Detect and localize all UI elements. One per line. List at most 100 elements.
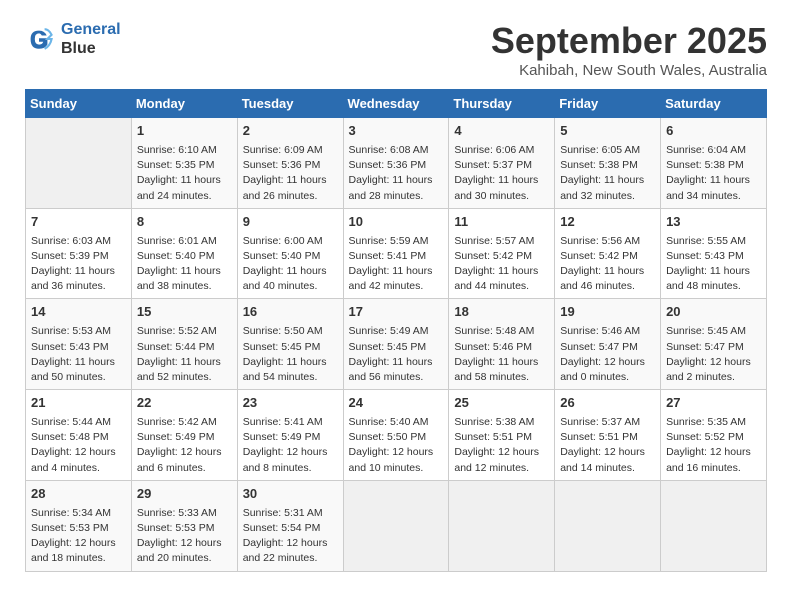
calendar-cell: 25Sunrise: 5:38 AMSunset: 5:51 PMDayligh… (449, 390, 555, 481)
day-number: 17 (349, 303, 444, 322)
calendar-cell: 9 Sunrise: 6:00 AMSunset: 5:40 PMDaylight… (237, 208, 343, 299)
general-blue-icon (25, 25, 53, 53)
day-info: Sunrise: 5:46 AMSunset: 5:47 PMDaylight:… (560, 324, 655, 385)
calendar-header-sunday: Sunday (26, 90, 132, 118)
day-number: 23 (243, 394, 338, 413)
calendar-week-row: 21 Sunrise: 5:44 AMSunset: 5:48 PMDayligh… (26, 390, 767, 481)
calendar-cell: 20Sunrise: 5:45 AMSunset: 5:47 PMDayligh… (661, 299, 767, 390)
calendar-header-monday: Monday (131, 90, 237, 118)
calendar-cell: 27 Sunrise: 5:35 AMSunset: 5:52 PMDayligh… (661, 390, 767, 481)
day-info: Sunrise: 6:01 AMSunset: 5:40 PMDaylight:… (137, 234, 232, 295)
calendar-cell: 28 Sunrise: 5:34 AMSunset: 5:53 PMDayligh… (26, 480, 132, 571)
calendar-header-friday: Friday (555, 90, 661, 118)
calendar-cell: 30 Sunrise: 5:31 AMSunset: 5:54 PMDayligh… (237, 480, 343, 571)
day-info: Sunrise: 6:05 AMSunset: 5:38 PMDaylight:… (560, 143, 655, 204)
day-number: 4 (454, 122, 549, 141)
day-info: Sunrise: 6:09 AMSunset: 5:36 PMDaylight:… (243, 143, 338, 204)
day-info: Sunrise: 5:57 AMSunset: 5:42 PMDaylight:… (454, 234, 549, 295)
calendar-week-row: 28 Sunrise: 5:34 AMSunset: 5:53 PMDayligh… (26, 480, 767, 571)
calendar-cell: 5 Sunrise: 6:05 AMSunset: 5:38 PMDaylight… (555, 118, 661, 209)
day-number: 10 (349, 213, 444, 232)
day-info: Sunrise: 5:35 AMSunset: 5:52 PMDaylight:… (666, 415, 761, 476)
calendar-cell: 2Sunrise: 6:09 AMSunset: 5:36 PMDaylight… (237, 118, 343, 209)
day-info: Sunrise: 5:34 AMSunset: 5:53 PMDaylight:… (31, 506, 126, 567)
calendar-header-thursday: Thursday (449, 90, 555, 118)
calendar-cell (555, 480, 661, 571)
day-number: 22 (137, 394, 232, 413)
day-number: 8 (137, 213, 232, 232)
day-info: Sunrise: 5:44 AMSunset: 5:48 PMDaylight:… (31, 415, 126, 476)
day-number: 24 (349, 394, 444, 413)
calendar-week-row: 7 Sunrise: 6:03 AMSunset: 5:39 PMDaylight… (26, 208, 767, 299)
day-number: 7 (31, 213, 126, 232)
day-number: 6 (666, 122, 761, 141)
day-info: Sunrise: 5:37 AMSunset: 5:51 PMDaylight:… (560, 415, 655, 476)
calendar-header-saturday: Saturday (661, 90, 767, 118)
day-number: 19 (560, 303, 655, 322)
calendar-cell: 15 Sunrise: 5:52 AMSunset: 5:44 PMDayligh… (131, 299, 237, 390)
day-info: Sunrise: 5:53 AMSunset: 5:43 PMDaylight:… (31, 324, 126, 385)
calendar-cell: 11 Sunrise: 5:57 AMSunset: 5:42 PMDayligh… (449, 208, 555, 299)
day-info: Sunrise: 6:08 AMSunset: 5:36 PMDaylight:… (349, 143, 444, 204)
day-number: 21 (31, 394, 126, 413)
day-info: Sunrise: 5:31 AMSunset: 5:54 PMDaylight:… (243, 506, 338, 567)
calendar-cell: 19 Sunrise: 5:46 AMSunset: 5:47 PMDayligh… (555, 299, 661, 390)
day-number: 27 (666, 394, 761, 413)
calendar-week-row: 1 Sunrise: 6:10 AMSunset: 5:35 PMDaylight… (26, 118, 767, 209)
calendar-table: SundayMondayTuesdayWednesdayThursdayFrid… (25, 89, 767, 572)
calendar-cell: 26 Sunrise: 5:37 AMSunset: 5:51 PMDayligh… (555, 390, 661, 481)
day-info: Sunrise: 6:10 AMSunset: 5:35 PMDaylight:… (137, 143, 232, 204)
calendar-cell: 29 Sunrise: 5:33 AMSunset: 5:53 PMDayligh… (131, 480, 237, 571)
day-number: 3 (349, 122, 444, 141)
day-info: Sunrise: 5:33 AMSunset: 5:53 PMDaylight:… (137, 506, 232, 567)
day-number: 28 (31, 485, 126, 504)
calendar-cell: 13Sunrise: 5:55 AMSunset: 5:43 PMDayligh… (661, 208, 767, 299)
calendar-cell: 4 Sunrise: 6:06 AMSunset: 5:37 PMDaylight… (449, 118, 555, 209)
day-info: Sunrise: 5:49 AMSunset: 5:45 PMDaylight:… (349, 324, 444, 385)
calendar-cell (449, 480, 555, 571)
calendar-cell: 16 Sunrise: 5:50 AMSunset: 5:45 PMDayligh… (237, 299, 343, 390)
month-title: September 2025 (491, 20, 767, 62)
calendar-cell: 21 Sunrise: 5:44 AMSunset: 5:48 PMDayligh… (26, 390, 132, 481)
day-info: Sunrise: 5:52 AMSunset: 5:44 PMDaylight:… (137, 324, 232, 385)
day-number: 30 (243, 485, 338, 504)
calendar-cell (661, 480, 767, 571)
title-section: September 2025 Kahibah, New South Wales,… (491, 20, 767, 79)
day-number: 13 (666, 213, 761, 232)
day-number: 11 (454, 213, 549, 232)
calendar-week-row: 14 Sunrise: 5:53 AMSunset: 5:43 PMDayligh… (26, 299, 767, 390)
calendar-cell: 6 Sunrise: 6:04 AMSunset: 5:38 PMDaylight… (661, 118, 767, 209)
day-info: Sunrise: 5:48 AMSunset: 5:46 PMDaylight:… (454, 324, 549, 385)
day-info: Sunrise: 6:06 AMSunset: 5:37 PMDaylight:… (454, 143, 549, 204)
day-info: Sunrise: 6:04 AMSunset: 5:38 PMDaylight:… (666, 143, 761, 204)
day-info: Sunrise: 5:50 AMSunset: 5:45 PMDaylight:… (243, 324, 338, 385)
calendar-cell: 3 Sunrise: 6:08 AMSunset: 5:36 PMDaylight… (343, 118, 449, 209)
day-number: 9 (243, 213, 338, 232)
day-number: 12 (560, 213, 655, 232)
logo-text: General Blue (61, 20, 121, 58)
day-number: 29 (137, 485, 232, 504)
day-number: 26 (560, 394, 655, 413)
calendar-cell: 24 Sunrise: 5:40 AMSunset: 5:50 PMDayligh… (343, 390, 449, 481)
day-number: 15 (137, 303, 232, 322)
day-info: Sunrise: 5:45 AMSunset: 5:47 PMDaylight:… (666, 324, 761, 385)
calendar-cell: 10 Sunrise: 5:59 AMSunset: 5:41 PMDayligh… (343, 208, 449, 299)
day-info: Sunrise: 6:00 AMSunset: 5:40 PMDaylight:… (243, 234, 338, 295)
day-number: 5 (560, 122, 655, 141)
calendar-cell (26, 118, 132, 209)
calendar-cell: 18 Sunrise: 5:48 AMSunset: 5:46 PMDayligh… (449, 299, 555, 390)
calendar-cell: 8 Sunrise: 6:01 AMSunset: 5:40 PMDaylight… (131, 208, 237, 299)
calendar-cell (343, 480, 449, 571)
calendar-cell: 23Sunrise: 5:41 AMSunset: 5:49 PMDayligh… (237, 390, 343, 481)
day-number: 16 (243, 303, 338, 322)
day-info: Sunrise: 6:03 AMSunset: 5:39 PMDaylight:… (31, 234, 126, 295)
calendar-header-wednesday: Wednesday (343, 90, 449, 118)
day-number: 18 (454, 303, 549, 322)
day-number: 1 (137, 122, 232, 141)
calendar-cell: 17 Sunrise: 5:49 AMSunset: 5:45 PMDayligh… (343, 299, 449, 390)
calendar-header-row: SundayMondayTuesdayWednesdayThursdayFrid… (26, 90, 767, 118)
day-info: Sunrise: 5:40 AMSunset: 5:50 PMDaylight:… (349, 415, 444, 476)
day-info: Sunrise: 5:38 AMSunset: 5:51 PMDaylight:… (454, 415, 549, 476)
day-number: 14 (31, 303, 126, 322)
day-info: Sunrise: 5:59 AMSunset: 5:41 PMDaylight:… (349, 234, 444, 295)
